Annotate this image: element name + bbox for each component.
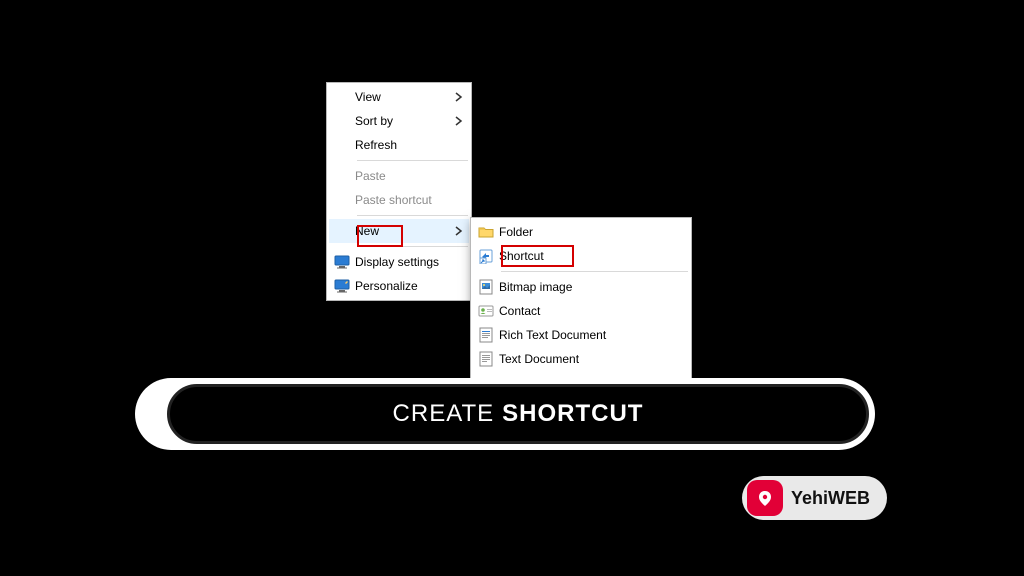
rtf-icon <box>473 323 499 347</box>
menu-separator <box>501 271 688 272</box>
menu-item-label: Shortcut <box>499 244 689 268</box>
menu-item-view[interactable]: View <box>329 85 469 109</box>
menu-separator <box>357 160 468 161</box>
menu-item-label: Display settings <box>355 250 469 274</box>
submenu-item-shortcut[interactable]: Shortcut <box>473 244 689 268</box>
menu-item-label: Folder <box>499 220 689 244</box>
menu-item-label: New <box>355 219 469 243</box>
yehiweb-logo-icon <box>747 480 783 516</box>
new-submenu: Folder Shortcut Bitmap image <box>470 217 692 398</box>
blank-icon <box>329 219 355 243</box>
bitmap-icon <box>473 275 499 299</box>
menu-item-label: View <box>355 85 469 109</box>
desktop-context-menu: View Sort by Refresh Paste Paste shortcu… <box>326 82 472 301</box>
menu-item-display-settings[interactable]: Display settings <box>329 250 469 274</box>
folder-icon <box>473 220 499 244</box>
submenu-item-rtf[interactable]: Rich Text Document <box>473 323 689 347</box>
menu-item-paste-shortcut: Paste shortcut <box>329 188 469 212</box>
menu-item-label: Paste <box>355 164 469 188</box>
monitor-icon <box>329 250 355 274</box>
menu-item-label: Text Document <box>499 347 689 371</box>
submenu-item-contact[interactable]: Contact <box>473 299 689 323</box>
menu-item-label: Bitmap image <box>499 275 689 299</box>
submenu-item-txt[interactable]: Text Document <box>473 347 689 371</box>
menu-item-label: Personalize <box>355 274 469 298</box>
menu-item-label: Rich Text Document <box>499 323 689 347</box>
blank-icon <box>329 188 355 212</box>
blank-icon <box>329 109 355 133</box>
brand-part2: WEB <box>828 488 870 508</box>
menu-separator <box>357 246 468 247</box>
menu-item-label: Sort by <box>355 109 469 133</box>
chevron-right-icon <box>455 85 463 109</box>
yehiweb-badge: YehiWEB <box>742 476 887 520</box>
submenu-item-folder[interactable]: Folder <box>473 220 689 244</box>
blank-icon <box>329 133 355 157</box>
brand-part1: Yehi <box>791 488 828 508</box>
menu-item-personalize[interactable]: Personalize <box>329 274 469 298</box>
chevron-right-icon <box>455 219 463 243</box>
submenu-item-bitmap[interactable]: Bitmap image <box>473 275 689 299</box>
menu-item-label: Contact <box>499 299 689 323</box>
caption-part1: CREATE <box>393 400 495 428</box>
txt-icon <box>473 347 499 371</box>
menu-item-paste: Paste <box>329 164 469 188</box>
blank-icon <box>329 85 355 109</box>
menu-separator <box>357 215 468 216</box>
paint-icon <box>329 274 355 298</box>
blank-icon <box>329 164 355 188</box>
caption-pill: CREATE SHORTCUT <box>135 378 875 450</box>
shortcut-icon <box>473 244 499 268</box>
menu-item-refresh[interactable]: Refresh <box>329 133 469 157</box>
yehiweb-brand: YehiWEB <box>791 488 870 509</box>
contact-icon <box>473 299 499 323</box>
menu-item-sort-by[interactable]: Sort by <box>329 109 469 133</box>
menu-item-label: Refresh <box>355 133 469 157</box>
menu-item-label: Paste shortcut <box>355 188 469 212</box>
chevron-right-icon <box>455 109 463 133</box>
caption-part2: SHORTCUT <box>502 400 643 428</box>
caption-text: CREATE SHORTCUT <box>167 384 869 444</box>
menu-item-new[interactable]: New <box>329 219 469 243</box>
